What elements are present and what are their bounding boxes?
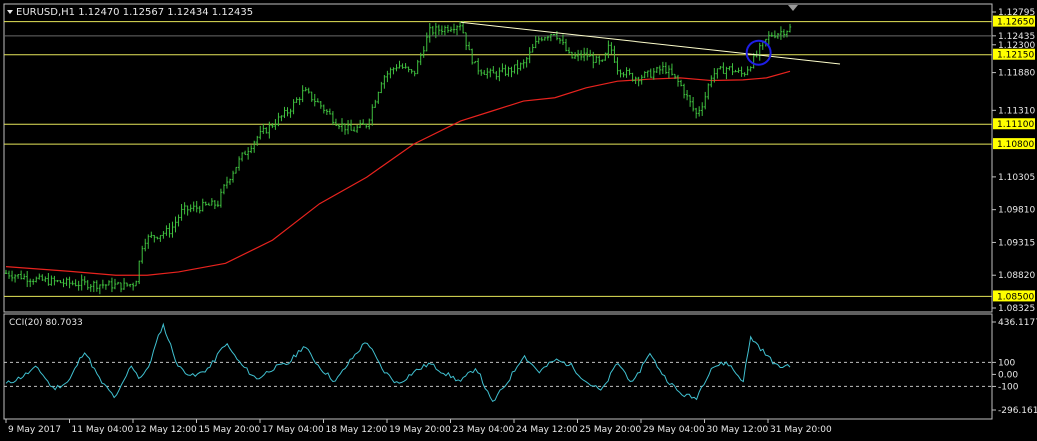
level-label: 1.08500 <box>997 292 1034 302</box>
time-tick-label: 15 May 20:00 <box>199 425 261 435</box>
chart-canvas[interactable]: EURUSD,H1 1.12470 1.12567 1.12434 1.1243… <box>0 0 1037 441</box>
price-tick-label: 1.08820 <box>998 271 1035 281</box>
level-label: 1.11100 <box>997 120 1034 130</box>
price-tick-label: 1.09315 <box>998 238 1035 248</box>
level-label: 1.12650 <box>997 18 1034 28</box>
time-tick-label: 17 May 04:00 <box>262 425 324 435</box>
time-tick-label: 31 May 20:00 <box>770 425 832 435</box>
time-tick-label: 30 May 12:00 <box>707 425 769 435</box>
cci-label: CCI(20) 80.7033 <box>9 318 83 328</box>
level-label: 1.10800 <box>997 140 1034 150</box>
price-tick-label: 1.11310 <box>998 106 1035 116</box>
cci-tick-label: 436.1177 <box>998 318 1037 328</box>
cci-tick-label: 100 <box>998 358 1015 368</box>
time-tick-label: 19 May 20:00 <box>389 425 451 435</box>
price-tick-label: 1.11880 <box>998 69 1035 79</box>
time-tick-label: 18 May 12:00 <box>326 425 388 435</box>
time-tick-label: 11 May 04:00 <box>72 425 134 435</box>
chart-background <box>0 0 1037 441</box>
symbol-header: EURUSD,H1 1.12470 1.12567 1.12434 1.1243… <box>16 7 253 18</box>
price-tick-label: 1.09810 <box>998 206 1035 216</box>
time-tick-label: 12 May 12:00 <box>135 425 197 435</box>
cci-tick-label: 0.00 <box>998 370 1018 380</box>
cci-tick-label: -296.1613 <box>998 406 1037 416</box>
time-tick-label: 24 May 12:00 <box>516 425 578 435</box>
price-tick-label: 1.08325 <box>998 304 1035 314</box>
time-tick-label: 9 May 2017 <box>8 425 61 435</box>
time-tick-label: 29 May 04:00 <box>643 425 705 435</box>
time-tick-label: 25 May 20:00 <box>580 425 642 435</box>
level-label: 1.12150 <box>997 51 1034 61</box>
cci-tick-label: -100 <box>998 382 1019 392</box>
time-tick-label: 23 May 04:00 <box>453 425 515 435</box>
price-tick-label: 1.10305 <box>998 173 1035 183</box>
